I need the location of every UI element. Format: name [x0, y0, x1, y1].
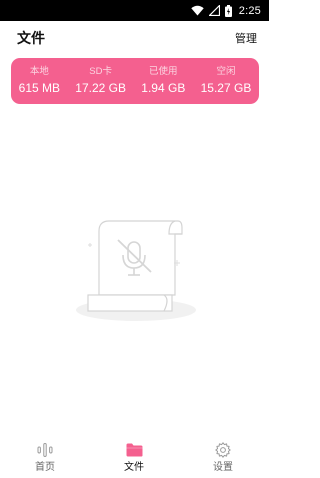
manage-button[interactable]: 管理: [235, 30, 257, 46]
muted-microphone-document-icon: [76, 220, 196, 321]
signal-icon: [208, 5, 220, 16]
storage-value: 15.27 GB: [200, 81, 252, 95]
bottom-nav: 首页 文件 设置: [0, 436, 269, 478]
storage-label: 已使用: [149, 66, 178, 77]
nav-label: 首页: [35, 461, 55, 473]
wifi-icon: [191, 5, 204, 16]
nav-item-settings[interactable]: 设置: [199, 441, 247, 474]
status-time: 2:25: [238, 4, 261, 17]
storage-label: 本地: [29, 66, 49, 77]
storage-item-local: 本地 615 MB: [19, 65, 60, 97]
audio-bars-icon: [37, 441, 53, 459]
gear-icon: [215, 441, 231, 459]
storage-item-sd-card: SD卡 17.22 GB: [75, 65, 126, 97]
storage-value: 17.22 GB: [75, 81, 126, 95]
app-screen: 2:25 文件 管理 本地 615 MB SD卡 17.22 GB 已使用 1.…: [0, 0, 269, 478]
battery-charging-icon: [224, 4, 232, 17]
page-title: 文件: [17, 30, 45, 46]
storage-value: 615 MB: [18, 81, 60, 95]
storage-label: SD卡: [89, 66, 112, 77]
storage-item-free: 空闲 15.27 GB: [201, 65, 252, 97]
nav-item-home[interactable]: 首页: [21, 441, 69, 474]
app-header: 文件 管理: [0, 21, 269, 55]
status-bar: 2:25: [0, 0, 269, 21]
storage-value: 1.94 GB: [141, 81, 186, 95]
storage-summary-card: 本地 615 MB SD卡 17.22 GB 已使用 1.94 GB 空闲 15…: [11, 58, 259, 104]
empty-state-illustration: [72, 215, 198, 325]
nav-item-files[interactable]: 文件: [110, 441, 158, 474]
folder-icon: [126, 441, 143, 459]
nav-label: 文件: [124, 461, 144, 473]
storage-item-used: 已使用 1.94 GB: [141, 65, 185, 97]
storage-label: 空闲: [216, 66, 236, 77]
nav-label: 设置: [213, 461, 233, 473]
